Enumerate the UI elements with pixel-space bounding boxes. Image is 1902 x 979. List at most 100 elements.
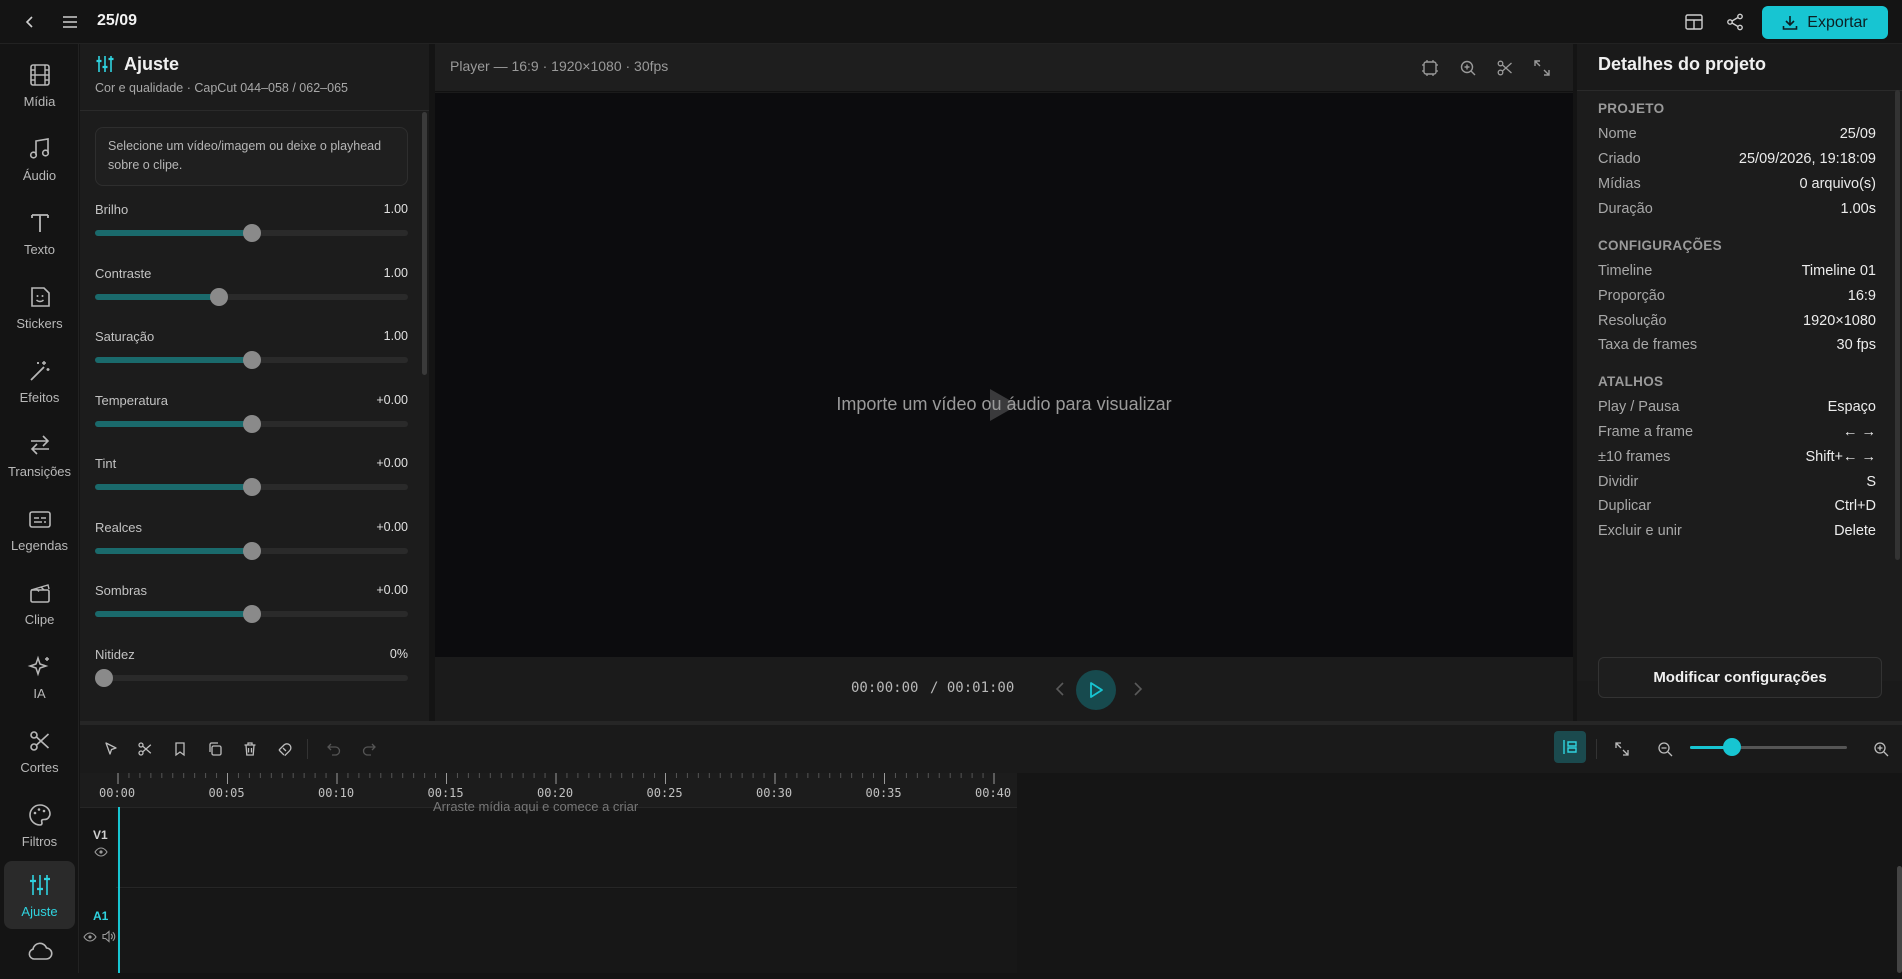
rail-item-ia[interactable]: IA: [4, 643, 75, 711]
slider-fill: [95, 611, 252, 617]
rail-label: Efeitos: [19, 389, 60, 405]
back-icon[interactable]: [18, 10, 42, 34]
previous-frame-icon[interactable]: [1050, 679, 1070, 699]
slider-track[interactable]: [95, 224, 408, 242]
scissors-icon[interactable]: [1493, 56, 1517, 80]
slider-knob[interactable]: [242, 541, 261, 560]
rail-item-clipe[interactable]: Clipe: [4, 569, 75, 637]
expand-timeline-icon[interactable]: [1612, 739, 1632, 759]
toolbar-divider: [1596, 739, 1597, 759]
slider-label: Saturação: [95, 329, 155, 344]
magnet-icon[interactable]: [275, 739, 295, 759]
adjust-scrollbar[interactable]: [422, 112, 427, 375]
zoom-in-icon[interactable]: [1871, 739, 1891, 759]
detail-key: Duração: [1598, 201, 1653, 217]
eye-icon[interactable]: [94, 847, 108, 857]
rail-item-stickers[interactable]: Stickers: [4, 273, 75, 341]
rail-item-cloud[interactable]: [4, 939, 75, 979]
modify-settings-button[interactable]: Modificar configurações: [1598, 657, 1882, 698]
layout-icon[interactable]: [1682, 10, 1706, 34]
clapperboard-icon: [29, 583, 50, 603]
play-button[interactable]: [1076, 670, 1116, 710]
detail-key: Criado: [1598, 151, 1641, 167]
rail-item-transicoes[interactable]: Transições: [4, 421, 75, 489]
split-icon[interactable]: [135, 739, 155, 759]
rail-item-audio[interactable]: Áudio: [4, 125, 75, 193]
menu-icon[interactable]: [58, 10, 82, 34]
slider-track[interactable]: [95, 478, 408, 496]
timeline-zoom-slider[interactable]: [1690, 738, 1847, 756]
rail-item-cortes[interactable]: Cortes: [4, 717, 75, 785]
duplicate-icon[interactable]: [205, 739, 225, 759]
delete-icon[interactable]: [240, 739, 260, 759]
rail-label: Texto: [23, 241, 56, 257]
export-button[interactable]: Exportar: [1762, 6, 1888, 39]
drop-hint: Arraste mídia aqui e comece a criar: [433, 799, 639, 814]
rail-item-texto[interactable]: Texto: [4, 199, 75, 267]
slider-track[interactable]: [95, 668, 408, 687]
slider-track[interactable]: [95, 287, 408, 306]
track-a1[interactable]: [116, 889, 1017, 973]
slider-knob[interactable]: [242, 351, 261, 369]
track-v1[interactable]: [116, 808, 1017, 888]
slider-knob[interactable]: [242, 414, 261, 433]
rail-item-efeitos[interactable]: Efeitos: [4, 347, 75, 415]
detail-value: Delete: [1834, 523, 1876, 539]
rail-item-midia[interactable]: Mídia: [4, 51, 75, 119]
track-snap-icon: [1563, 740, 1577, 754]
rail-label: Áudio: [22, 167, 57, 183]
preview-screen[interactable]: [435, 93, 1573, 657]
rail-item-legendas[interactable]: Legendas: [4, 495, 75, 563]
bookmark-icon[interactable]: [170, 739, 190, 759]
details-scrollbar[interactable]: [1895, 90, 1900, 560]
volume-icon[interactable]: [102, 930, 116, 943]
fit-frame-icon[interactable]: [1418, 56, 1442, 80]
slider-knob[interactable]: [242, 605, 261, 623]
project-details-panel: Detalhes do projeto PROJETO Nome 25/09 C…: [1577, 44, 1902, 721]
slider-value: +0.00: [376, 456, 408, 470]
detail-value: 0 arquivo(s): [1799, 176, 1876, 192]
slider-knob[interactable]: [242, 224, 261, 242]
detail-key: Excluir e unir: [1598, 523, 1682, 539]
slider-knob[interactable]: [242, 478, 261, 496]
toolbar-divider: [307, 739, 308, 759]
share-icon[interactable]: [1723, 10, 1747, 34]
detail-value: 30 fps: [1836, 337, 1877, 353]
current-time: 00:00:00: [851, 680, 919, 696]
section-title: PROJETO: [1598, 101, 1665, 116]
slider-row: Saturação 1.00: [95, 329, 408, 379]
ruler-tick-label: 00:25: [646, 786, 683, 800]
rail-item-filtros[interactable]: Filtros: [4, 791, 75, 859]
slider-row: Temperatura +0.00: [95, 393, 408, 443]
slider-track[interactable]: [95, 414, 408, 433]
redo-icon[interactable]: [359, 739, 379, 759]
slider-knob[interactable]: [210, 287, 229, 306]
slider-label: Temperatura: [95, 392, 168, 408]
eye-icon[interactable]: [83, 932, 97, 942]
slider-knob[interactable]: [95, 668, 113, 687]
rail-label: IA: [33, 685, 46, 701]
slider-track[interactable]: [95, 605, 408, 623]
slider-track[interactable]: [95, 541, 408, 560]
auto-snap-button[interactable]: [1554, 731, 1586, 763]
detail-value: Espaço: [1827, 399, 1876, 415]
playhead[interactable]: [118, 807, 120, 973]
track-label-a1: A1: [93, 909, 109, 923]
rail-item-ajuste[interactable]: Ajuste: [4, 861, 75, 929]
rail-label: Mídia: [23, 93, 56, 109]
zoom-out-icon[interactable]: [1655, 739, 1675, 759]
slider-value: 0%: [389, 646, 408, 661]
slider-fill: [95, 230, 252, 236]
arrows-swap-icon: [30, 434, 49, 455]
next-frame-icon[interactable]: [1128, 679, 1148, 699]
slider-track[interactable]: [95, 351, 408, 369]
captions-icon: [28, 510, 51, 528]
timeline-scrollbar[interactable]: [1897, 866, 1902, 973]
undo-icon[interactable]: [324, 739, 344, 759]
total-time: / 00:01:00: [930, 680, 1015, 696]
fullscreen-icon[interactable]: [1530, 56, 1554, 80]
section-title: ATALHOS: [1598, 374, 1664, 389]
sliders-icon: [29, 874, 50, 895]
zoom-in-icon[interactable]: [1456, 56, 1480, 80]
select-tool-icon[interactable]: [101, 739, 121, 759]
